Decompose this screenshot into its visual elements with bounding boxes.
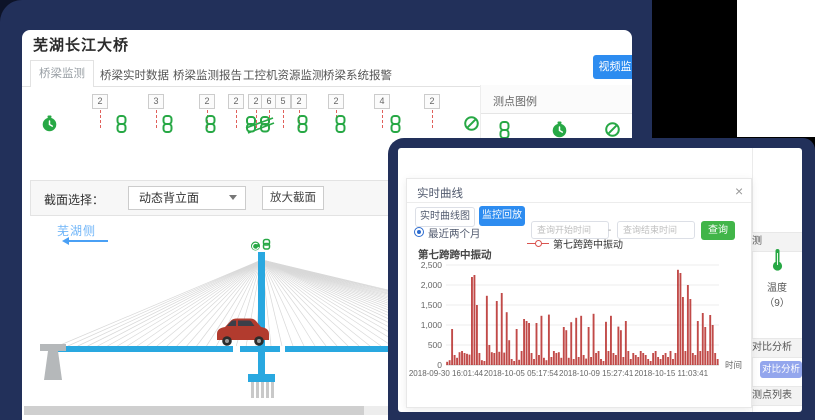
chart-legend[interactable]: 第七跨跨中振动 [527,237,623,249]
temperature-block[interactable]: 温度 （9） [752,248,802,309]
tower-top-sensor-icons[interactable] [251,240,270,251]
bridge-pier [40,344,66,380]
svg-text:500: 500 [428,340,442,350]
bridge-deck [55,346,233,352]
tab-monitor-playback[interactable]: 监控回放 [479,206,525,226]
realtime-curve-dialog: 实时曲线 × 实时曲线图 监控回放 最近两个月 查询开始时间 - 查询结束时间 … [406,178,752,408]
query-button[interactable]: 查询 [701,221,735,240]
enlarge-section-button[interactable]: 放大截面 [262,186,324,210]
temperature-label: 温度 [752,279,802,294]
point-list-header: 测点列表 [752,386,802,406]
radio-dot [417,230,421,234]
bridge-tower [258,252,265,380]
svg-text:1,000: 1,000 [421,320,443,330]
svg-text:2018-09-30 16:01:44: 2018-09-30 16:01:44 [409,369,484,378]
svg-text:2018-10-05 05:17:54: 2018-10-05 05:17:54 [484,369,559,378]
svg-text:2018-10-09 15:27:41: 2018-10-09 15:27:41 [559,369,634,378]
white-corner-region [737,0,815,137]
close-icon[interactable]: × [735,183,743,199]
tab-realtime-curve-chart[interactable]: 实时曲线图 [415,207,475,227]
vibration-chart: 05001,0001,5002,0002,5002018-09-30 16:01… [407,256,753,388]
svg-text:时间: 时间 [725,360,742,370]
svg-text:1,500: 1,500 [421,300,443,310]
legend-series-label: 第七跨跨中振动 [553,236,623,251]
compare-analysis-button[interactable]: 对比分析 [760,361,802,378]
bridge-foundation [248,374,275,398]
svg-text:2,000: 2,000 [421,280,443,290]
svg-text:2,500: 2,500 [421,260,443,270]
legend-line-marker-icon [527,243,549,244]
section-select-value: 动态背立面 [139,191,199,205]
thermometer-icon [771,248,784,272]
svg-text:2018-10-15 11:03:41: 2018-10-15 11:03:41 [634,369,708,378]
section-select-dropdown[interactable]: 动态背立面 [128,186,246,210]
tab-bridge-monitoring[interactable]: 桥梁监测 [30,60,94,87]
date-range-separator: - [608,225,611,236]
dialog-title: 实时曲线 [417,185,463,201]
compare-analysis-header: 对比分析 [752,338,802,358]
query-end-time-input[interactable]: 查询结束时间 [617,221,695,239]
chevron-down-icon [229,195,237,200]
screen: 芜湖长江大桥 桥梁监测 桥梁实时数据 桥梁监测报告 工控机资源监测 桥梁系统报警… [0,0,815,420]
section-select-label: 截面选择： [44,191,104,208]
last-two-months-label: 最近两个月 [428,226,481,241]
temperature-count: （9） [752,294,802,309]
last-two-months-radio[interactable] [414,227,424,237]
modal-inner-window: 测 温度 （9） 对比分析 对比分析 测点列表 实时曲线 × 实时曲线图 监控回… [398,148,802,412]
scrollbar-thumb[interactable] [24,406,364,415]
